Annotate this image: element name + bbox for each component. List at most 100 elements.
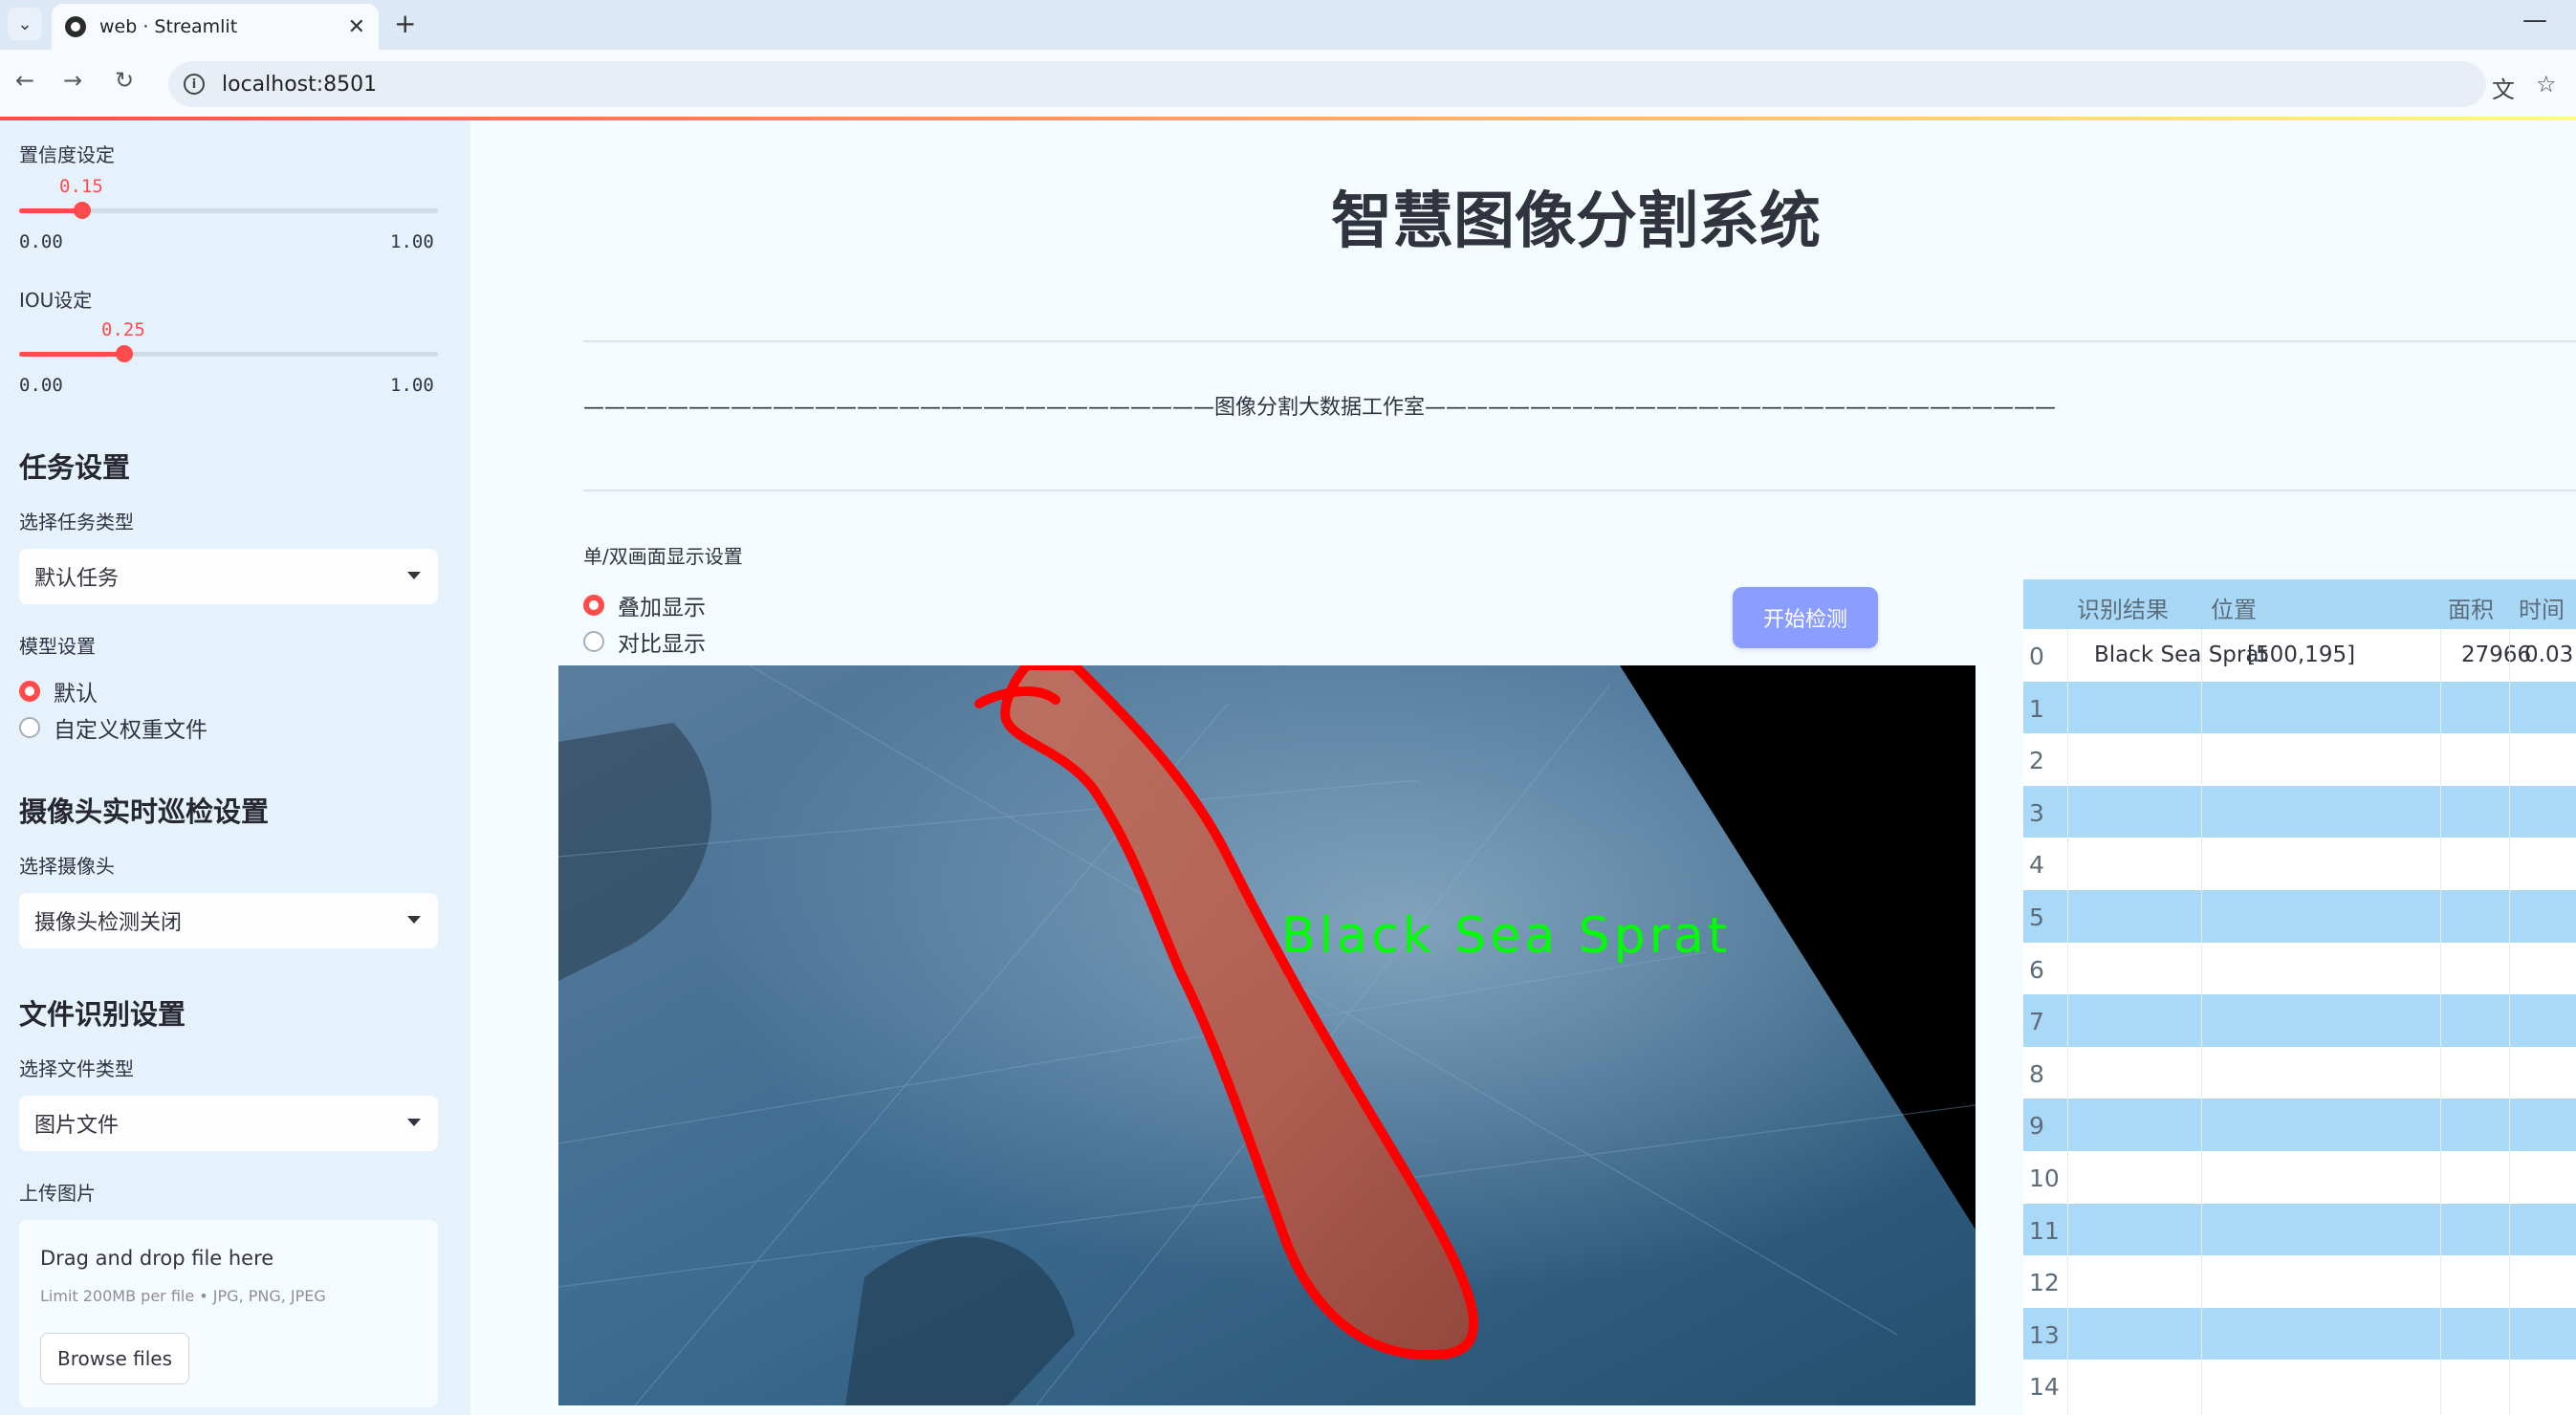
table-row[interactable]: 0 Black Sea Sprat [500,195] 27966 0.03 bbox=[2023, 629, 2576, 682]
row-index: 10 bbox=[2029, 1165, 2060, 1192]
iou-max: 1.00 bbox=[390, 375, 434, 396]
tab-title: web · Streamlit bbox=[99, 16, 238, 37]
radio-unselected-icon bbox=[19, 717, 40, 738]
radio-selected-icon bbox=[19, 681, 40, 702]
iou-slider-thumb[interactable] bbox=[116, 345, 133, 362]
column-divider bbox=[2067, 629, 2068, 1415]
address-bar[interactable]: i localhost:8501 bbox=[168, 61, 2486, 107]
segmentation-result-image: Black Sea Sprat bbox=[558, 665, 1976, 1405]
header-area: 面积 bbox=[2448, 597, 2494, 623]
task-type-label: 选择任务类型 bbox=[19, 511, 134, 533]
radio-unselected-icon bbox=[583, 631, 604, 652]
divider-top bbox=[583, 340, 2576, 342]
radio-selected-icon bbox=[583, 595, 604, 616]
model-option-label: 默认 bbox=[54, 682, 98, 707]
row-index: 5 bbox=[2029, 903, 2044, 931]
cell-position: [500,195] bbox=[2247, 642, 2356, 667]
confidence-slider[interactable] bbox=[19, 202, 438, 219]
new-tab-plus-icon[interactable]: + bbox=[394, 8, 416, 39]
browser-toolbar: ← → ↻ i localhost:8501 文 ☆ bbox=[0, 50, 2576, 117]
table-row[interactable]: 14 bbox=[2023, 1360, 2576, 1412]
tab-search-chevron-icon[interactable]: ⌄ bbox=[8, 8, 42, 40]
model-option-label: 自定义权重文件 bbox=[54, 718, 207, 743]
table-row[interactable]: 8 bbox=[2023, 1047, 2576, 1099]
header-time: 时间 bbox=[2519, 597, 2565, 623]
file-type-label: 选择文件类型 bbox=[19, 1057, 134, 1080]
studio-banner: ——————————————————————————————图像分割大数据工作室… bbox=[583, 396, 2057, 420]
table-row[interactable]: 3 bbox=[2023, 785, 2576, 838]
table-row[interactable]: 9 bbox=[2023, 1099, 2576, 1151]
row-index: 3 bbox=[2029, 798, 2044, 827]
iou-label: IOU设定 bbox=[19, 289, 93, 312]
iou-slider-fill bbox=[19, 352, 124, 357]
table-row[interactable]: 4 bbox=[2023, 838, 2576, 890]
detection-image-viewer: Black Sea Sprat bbox=[558, 665, 1976, 1405]
table-row[interactable]: 11 bbox=[2023, 1203, 2576, 1256]
model-radio-default[interactable]: 默认 bbox=[19, 675, 98, 708]
divider-bottom bbox=[583, 490, 2576, 491]
dropzone-title: Drag and drop file here bbox=[40, 1247, 274, 1270]
results-table[interactable]: 识别结果 位置 面积 时间 0 Black Sea Sprat [500,195] 2… bbox=[2023, 579, 2576, 1415]
task-type-select[interactable]: 默认任务 bbox=[19, 549, 438, 604]
table-row[interactable]: 10 bbox=[2023, 1151, 2576, 1204]
cell-area: 27966 bbox=[2461, 642, 2532, 667]
table-row[interactable]: 12 bbox=[2023, 1255, 2576, 1308]
header-position: 位置 bbox=[2211, 597, 2257, 623]
row-index: 11 bbox=[2029, 1216, 2060, 1245]
dropzone-limit-text: Limit 200MB per file • JPG, PNG, JPEG bbox=[40, 1287, 326, 1305]
display-radio-compare[interactable]: 对比显示 bbox=[583, 625, 706, 658]
close-icon[interactable]: ✕ bbox=[348, 15, 365, 39]
file-type-selected: 图片文件 bbox=[34, 1114, 120, 1138]
table-row[interactable]: 5 bbox=[2023, 890, 2576, 943]
column-divider bbox=[2201, 629, 2202, 1415]
display-radio-overlay[interactable]: 叠加显示 bbox=[583, 589, 706, 621]
chevron-down-icon bbox=[407, 572, 421, 579]
header-result: 识别结果 bbox=[2077, 597, 2169, 623]
confidence-slider-thumb[interactable] bbox=[74, 202, 91, 219]
row-index: 4 bbox=[2029, 851, 2044, 880]
row-index: 13 bbox=[2029, 1320, 2060, 1349]
iou-slider[interactable] bbox=[19, 345, 438, 362]
display-mode-label: 单/双画面显示设置 bbox=[583, 545, 743, 568]
browse-files-button[interactable]: Browse files bbox=[40, 1333, 189, 1384]
chevron-down-icon bbox=[407, 916, 421, 924]
model-radio-custom[interactable]: 自定义权重文件 bbox=[19, 711, 207, 744]
confidence-value: 0.15 bbox=[59, 176, 103, 197]
table-row[interactable]: 1 bbox=[2023, 681, 2576, 734]
model-settings-label: 模型设置 bbox=[19, 635, 96, 658]
chevron-down-icon bbox=[407, 1119, 421, 1126]
row-index: 1 bbox=[2029, 694, 2044, 723]
file-dropzone[interactable]: Drag and drop file here Limit 200MB per … bbox=[19, 1220, 438, 1407]
task-type-selected: 默认任务 bbox=[34, 567, 120, 591]
table-row[interactable]: 2 bbox=[2023, 733, 2576, 786]
row-index: 6 bbox=[2029, 955, 2044, 984]
translate-icon[interactable]: 文 bbox=[2492, 71, 2515, 104]
browser-tab-bar: ⌄ web · Streamlit ✕ + — bbox=[0, 0, 2576, 50]
bookmark-star-icon[interactable]: ☆ bbox=[2536, 71, 2557, 98]
table-row[interactable]: 6 bbox=[2023, 943, 2576, 995]
display-option-label: 叠加显示 bbox=[618, 596, 706, 620]
camera-settings-heading: 摄像头实时巡检设置 bbox=[19, 795, 270, 828]
back-arrow-icon[interactable]: ← bbox=[15, 67, 34, 94]
confidence-min: 0.00 bbox=[19, 231, 63, 252]
table-row[interactable]: 13 bbox=[2023, 1307, 2576, 1361]
camera-select[interactable]: 摄像头检测关闭 bbox=[19, 893, 438, 948]
site-info-icon[interactable]: i bbox=[184, 74, 205, 95]
table-header: 识别结果 位置 面积 时间 bbox=[2023, 579, 2576, 629]
upload-label: 上传图片 bbox=[19, 1182, 96, 1205]
row-index: 2 bbox=[2029, 747, 2044, 775]
url-text: localhost:8501 bbox=[222, 72, 378, 97]
forward-arrow-icon[interactable]: → bbox=[63, 67, 82, 94]
reload-icon[interactable]: ↻ bbox=[115, 67, 134, 94]
confidence-label: 置信度设定 bbox=[19, 143, 115, 166]
task-settings-heading: 任务设置 bbox=[19, 451, 131, 484]
column-divider bbox=[2440, 629, 2441, 1415]
browser-tab[interactable]: web · Streamlit ✕ bbox=[52, 4, 379, 50]
minimize-icon[interactable]: — bbox=[2522, 6, 2547, 34]
table-row[interactable]: 7 bbox=[2023, 994, 2576, 1047]
iou-min: 0.00 bbox=[19, 375, 63, 396]
start-detection-button[interactable]: 开始检测 bbox=[1733, 587, 1878, 648]
row-index: 9 bbox=[2029, 1112, 2044, 1141]
file-type-select[interactable]: 图片文件 bbox=[19, 1096, 438, 1151]
sidebar: 置信度设定 0.15 0.00 1.00 IOU设定 0.25 0.00 1.0… bbox=[0, 120, 470, 1415]
